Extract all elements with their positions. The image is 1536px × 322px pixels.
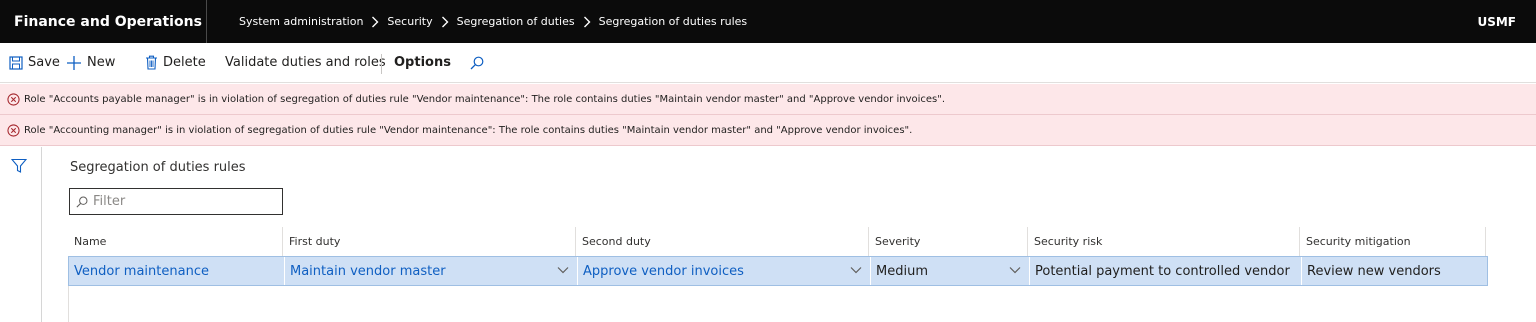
chevron-right-icon [575,16,599,28]
error-circle-icon [7,92,20,106]
action-pane: Save New Delete Validate duties and role… [0,43,1536,83]
severity-cell[interactable]: Medium [870,257,1029,285]
error-message-text: Role "Accounts payable manager" is in vi… [24,93,946,105]
chevron-down-icon[interactable] [557,266,569,274]
grid-empty-area [68,286,1488,322]
save-label: Save [28,55,60,70]
search-icon [76,196,88,208]
column-header-second-duty[interactable]: Second duty [576,227,869,256]
trash-icon [146,55,157,70]
filter-icon[interactable] [11,158,27,174]
save-icon [9,55,23,70]
security-risk-cell[interactable]: Potential payment to controlled vendor [1029,257,1301,285]
validate-duties-and-roles-button[interactable]: Validate duties and roles [225,43,386,83]
company-picker[interactable]: USMF [1477,0,1516,43]
chevron-down-icon[interactable] [850,266,862,274]
second-duty-cell[interactable]: Approve vendor invoices [577,257,870,285]
chevron-right-icon [433,16,457,28]
top-navigation-bar: Finance and Operations System administra… [0,0,1536,43]
filter-input[interactable] [93,194,273,209]
breadcrumb-security[interactable]: Security [387,15,432,28]
app-title[interactable]: Finance and Operations [0,0,207,43]
first-duty-value[interactable]: Maintain vendor master [290,264,446,279]
security-mitigation-value: Review new vendors [1307,263,1441,279]
security-mitigation-cell[interactable]: Review new vendors [1301,257,1487,285]
chevron-down-icon[interactable] [1009,266,1021,274]
error-circle-icon [7,123,20,137]
breadcrumb-system-administration[interactable]: System administration [239,15,363,28]
second-duty-value[interactable]: Approve vendor invoices [583,264,744,279]
rules-grid: Name First duty Second duty Severity Sec… [68,227,1488,322]
column-header-name[interactable]: Name [68,227,283,256]
error-message-bar: Role "Accounting manager" is in violatio… [0,115,1536,146]
name-cell[interactable]: Vendor maintenance [69,257,284,285]
error-message-text: Role "Accounting manager" is in violatio… [24,124,913,136]
rule-name-link[interactable]: Vendor maintenance [74,264,209,279]
breadcrumb-segregation-of-duties[interactable]: Segregation of duties [457,15,575,28]
search-icon [470,56,484,69]
delete-button[interactable]: Delete [145,43,206,83]
save-button[interactable]: Save [9,43,60,83]
severity-value: Medium [876,263,928,279]
column-header-severity[interactable]: Severity [869,227,1028,256]
grid-header: Name First duty Second duty Severity Sec… [68,227,1488,256]
table-row[interactable]: Vendor maintenance Maintain vendor maste… [68,256,1488,286]
plus-icon [67,55,81,70]
action-divider [381,54,382,74]
column-header-security-risk[interactable]: Security risk [1028,227,1300,256]
error-message-bar: Role "Accounts payable manager" is in vi… [0,84,1536,115]
security-risk-value: Potential payment to controlled vendor [1035,263,1290,279]
new-button[interactable]: New [66,43,115,83]
chevron-right-icon [363,16,387,28]
options-tab[interactable]: Options [394,43,451,83]
first-duty-cell[interactable]: Maintain vendor master [284,257,577,285]
breadcrumb: System administration Security Segregati… [207,15,747,28]
grid-filter-field[interactable] [69,188,283,215]
delete-label: Delete [163,55,206,70]
column-header-security-mitigation[interactable]: Security mitigation [1300,227,1486,256]
breadcrumb-segregation-of-duties-rules[interactable]: Segregation of duties rules [599,15,748,28]
search-button[interactable] [470,43,489,83]
column-header-first-duty[interactable]: First duty [283,227,576,256]
filter-pane-strip [0,147,42,322]
new-label: New [87,55,116,70]
page-title: Segregation of duties rules [70,160,246,175]
